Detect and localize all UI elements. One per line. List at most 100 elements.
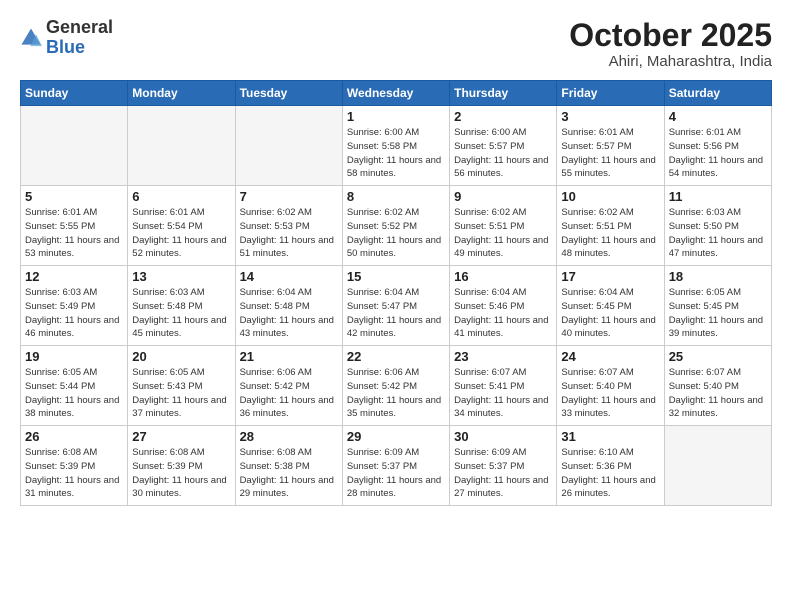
calendar-cell: 13 Sunrise: 6:03 AM Sunset: 5:48 PM Dayli… bbox=[128, 266, 235, 346]
weekday-header-saturday: Saturday bbox=[664, 81, 771, 106]
calendar-cell: 9 Sunrise: 6:02 AM Sunset: 5:51 PM Daylig… bbox=[450, 186, 557, 266]
day-number: 26 bbox=[25, 429, 123, 444]
day-number: 4 bbox=[669, 109, 767, 124]
calendar-cell bbox=[235, 106, 342, 186]
cell-info: Sunrise: 6:02 AM Sunset: 5:53 PM Dayligh… bbox=[240, 206, 338, 261]
weekday-header-wednesday: Wednesday bbox=[342, 81, 449, 106]
cell-info: Sunrise: 6:02 AM Sunset: 5:52 PM Dayligh… bbox=[347, 206, 445, 261]
calendar-cell: 25 Sunrise: 6:07 AM Sunset: 5:40 PM Dayli… bbox=[664, 346, 771, 426]
page: General Blue October 2025 Ahiri, Maharas… bbox=[0, 0, 792, 612]
cell-info: Sunrise: 6:05 AM Sunset: 5:43 PM Dayligh… bbox=[132, 366, 230, 421]
day-number: 16 bbox=[454, 269, 552, 284]
calendar-cell: 21 Sunrise: 6:06 AM Sunset: 5:42 PM Dayli… bbox=[235, 346, 342, 426]
cell-info: Sunrise: 6:03 AM Sunset: 5:50 PM Dayligh… bbox=[669, 206, 767, 261]
cell-info: Sunrise: 6:05 AM Sunset: 5:44 PM Dayligh… bbox=[25, 366, 123, 421]
cell-info: Sunrise: 6:08 AM Sunset: 5:39 PM Dayligh… bbox=[25, 446, 123, 501]
cell-info: Sunrise: 6:04 AM Sunset: 5:48 PM Dayligh… bbox=[240, 286, 338, 341]
cell-info: Sunrise: 6:07 AM Sunset: 5:40 PM Dayligh… bbox=[561, 366, 659, 421]
calendar-cell: 6Sunrise: 6:01 AM Sunset: 5:54 PM Daylig… bbox=[128, 186, 235, 266]
calendar-cell: 24 Sunrise: 6:07 AM Sunset: 5:40 PM Dayli… bbox=[557, 346, 664, 426]
calendar-cell bbox=[128, 106, 235, 186]
logo-blue-text: Blue bbox=[46, 37, 85, 57]
weekday-header-monday: Monday bbox=[128, 81, 235, 106]
cell-info: Sunrise: 6:02 AM Sunset: 5:51 PM Dayligh… bbox=[454, 206, 552, 261]
week-row-2: 12 Sunrise: 6:03 AM Sunset: 5:49 PM Dayli… bbox=[21, 266, 772, 346]
day-number: 12 bbox=[25, 269, 123, 284]
calendar-cell: 18Sunrise: 6:05 AM Sunset: 5:45 PM Dayli… bbox=[664, 266, 771, 346]
day-number: 11 bbox=[669, 189, 767, 204]
weekday-header-row: SundayMondayTuesdayWednesdayThursdayFrid… bbox=[21, 81, 772, 106]
week-row-1: 5 Sunrise: 6:01 AM Sunset: 5:55 PM Daylig… bbox=[21, 186, 772, 266]
cell-info: Sunrise: 6:07 AM Sunset: 5:40 PM Dayligh… bbox=[669, 366, 767, 421]
day-number: 2 bbox=[454, 109, 552, 124]
day-number: 8 bbox=[347, 189, 445, 204]
cell-info: Sunrise: 6:04 AM Sunset: 5:45 PM Dayligh… bbox=[561, 286, 659, 341]
cell-info: Sunrise: 6:01 AM Sunset: 5:57 PM Dayligh… bbox=[561, 126, 659, 181]
logo: General Blue bbox=[20, 18, 113, 58]
day-number: 30 bbox=[454, 429, 552, 444]
calendar-cell: 12 Sunrise: 6:03 AM Sunset: 5:49 PM Dayli… bbox=[21, 266, 128, 346]
calendar-cell: 5 Sunrise: 6:01 AM Sunset: 5:55 PM Daylig… bbox=[21, 186, 128, 266]
cell-info: Sunrise: 6:09 AM Sunset: 5:37 PM Dayligh… bbox=[454, 446, 552, 501]
day-number: 21 bbox=[240, 349, 338, 364]
cell-info: Sunrise: 6:08 AM Sunset: 5:38 PM Dayligh… bbox=[240, 446, 338, 501]
cell-info: Sunrise: 6:03 AM Sunset: 5:48 PM Dayligh… bbox=[132, 286, 230, 341]
day-number: 17 bbox=[561, 269, 659, 284]
cell-info: Sunrise: 6:10 AM Sunset: 5:36 PM Dayligh… bbox=[561, 446, 659, 501]
calendar-cell bbox=[664, 426, 771, 506]
cell-info: Sunrise: 6:09 AM Sunset: 5:37 PM Dayligh… bbox=[347, 446, 445, 501]
cell-info: Sunrise: 6:00 AM Sunset: 5:58 PM Dayligh… bbox=[347, 126, 445, 181]
header: General Blue October 2025 Ahiri, Maharas… bbox=[20, 18, 772, 70]
calendar-cell: 16Sunrise: 6:04 AM Sunset: 5:46 PM Dayli… bbox=[450, 266, 557, 346]
calendar-cell: 7 Sunrise: 6:02 AM Sunset: 5:53 PM Daylig… bbox=[235, 186, 342, 266]
calendar-cell: 8 Sunrise: 6:02 AM Sunset: 5:52 PM Daylig… bbox=[342, 186, 449, 266]
calendar-cell: 3 Sunrise: 6:01 AM Sunset: 5:57 PM Daylig… bbox=[557, 106, 664, 186]
week-row-0: 1 Sunrise: 6:00 AM Sunset: 5:58 PM Daylig… bbox=[21, 106, 772, 186]
day-number: 24 bbox=[561, 349, 659, 364]
day-number: 25 bbox=[669, 349, 767, 364]
calendar-cell bbox=[21, 106, 128, 186]
calendar-cell: 1 Sunrise: 6:00 AM Sunset: 5:58 PM Daylig… bbox=[342, 106, 449, 186]
logo-general-text: General bbox=[46, 17, 113, 37]
calendar-cell: 26 Sunrise: 6:08 AM Sunset: 5:39 PM Dayli… bbox=[21, 426, 128, 506]
cell-info: Sunrise: 6:03 AM Sunset: 5:49 PM Dayligh… bbox=[25, 286, 123, 341]
day-number: 31 bbox=[561, 429, 659, 444]
day-number: 1 bbox=[347, 109, 445, 124]
cell-info: Sunrise: 6:01 AM Sunset: 5:56 PM Dayligh… bbox=[669, 126, 767, 181]
cell-info: Sunrise: 6:06 AM Sunset: 5:42 PM Dayligh… bbox=[240, 366, 338, 421]
day-number: 28 bbox=[240, 429, 338, 444]
cell-info: Sunrise: 6:00 AM Sunset: 5:57 PM Dayligh… bbox=[454, 126, 552, 181]
cell-info: Sunrise: 6:01 AM Sunset: 5:54 PM Dayligh… bbox=[132, 206, 230, 261]
day-number: 3 bbox=[561, 109, 659, 124]
cell-info: Sunrise: 6:06 AM Sunset: 5:42 PM Dayligh… bbox=[347, 366, 445, 421]
calendar-cell: 27Sunrise: 6:08 AM Sunset: 5:39 PM Dayli… bbox=[128, 426, 235, 506]
cell-info: Sunrise: 6:02 AM Sunset: 5:51 PM Dayligh… bbox=[561, 206, 659, 261]
day-number: 23 bbox=[454, 349, 552, 364]
title-block: October 2025 Ahiri, Maharashtra, India bbox=[569, 18, 772, 70]
day-number: 14 bbox=[240, 269, 338, 284]
week-row-4: 26 Sunrise: 6:08 AM Sunset: 5:39 PM Dayli… bbox=[21, 426, 772, 506]
cell-info: Sunrise: 6:01 AM Sunset: 5:55 PM Dayligh… bbox=[25, 206, 123, 261]
calendar-cell: 29Sunrise: 6:09 AM Sunset: 5:37 PM Dayli… bbox=[342, 426, 449, 506]
day-number: 9 bbox=[454, 189, 552, 204]
cell-info: Sunrise: 6:05 AM Sunset: 5:45 PM Dayligh… bbox=[669, 286, 767, 341]
calendar-cell: 20 Sunrise: 6:05 AM Sunset: 5:43 PM Dayli… bbox=[128, 346, 235, 426]
calendar-cell: 30 Sunrise: 6:09 AM Sunset: 5:37 PM Dayli… bbox=[450, 426, 557, 506]
day-number: 20 bbox=[132, 349, 230, 364]
weekday-header-sunday: Sunday bbox=[21, 81, 128, 106]
calendar-cell: 17 Sunrise: 6:04 AM Sunset: 5:45 PM Dayli… bbox=[557, 266, 664, 346]
calendar-cell: 14 Sunrise: 6:04 AM Sunset: 5:48 PM Dayli… bbox=[235, 266, 342, 346]
weekday-header-tuesday: Tuesday bbox=[235, 81, 342, 106]
cell-info: Sunrise: 6:07 AM Sunset: 5:41 PM Dayligh… bbox=[454, 366, 552, 421]
calendar-title: October 2025 bbox=[569, 18, 772, 53]
cell-info: Sunrise: 6:04 AM Sunset: 5:47 PM Dayligh… bbox=[347, 286, 445, 341]
calendar-table: SundayMondayTuesdayWednesdayThursdayFrid… bbox=[20, 80, 772, 506]
day-number: 15 bbox=[347, 269, 445, 284]
day-number: 19 bbox=[25, 349, 123, 364]
calendar-cell: 28 Sunrise: 6:08 AM Sunset: 5:38 PM Dayli… bbox=[235, 426, 342, 506]
logo-icon bbox=[20, 27, 42, 49]
day-number: 7 bbox=[240, 189, 338, 204]
day-number: 13 bbox=[132, 269, 230, 284]
week-row-3: 19 Sunrise: 6:05 AM Sunset: 5:44 PM Dayli… bbox=[21, 346, 772, 426]
day-number: 5 bbox=[25, 189, 123, 204]
